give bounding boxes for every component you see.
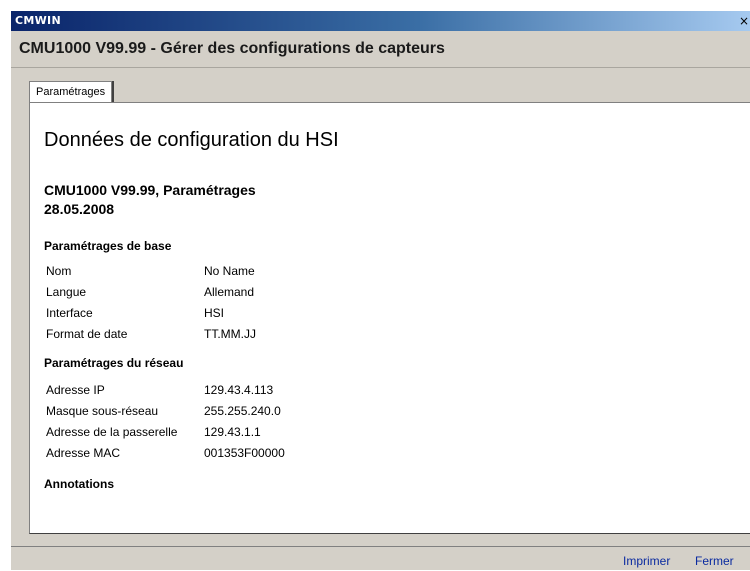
report-subtitle-block: CMU1000 V99.99, Paramétrages 28.05.2008 bbox=[44, 181, 256, 219]
row-value: HSI bbox=[204, 306, 225, 320]
close-button[interactable]: Fermer bbox=[695, 554, 734, 568]
report-title: Données de configuration du HSI bbox=[44, 129, 339, 151]
row-value: 129.43.4.113 bbox=[204, 383, 274, 397]
table-row: Adresse de la passerelle 129.43.1.1 bbox=[46, 425, 261, 439]
title-bar[interactable]: CMWIN × bbox=[11, 11, 750, 31]
row-value: 001353F00000 bbox=[204, 446, 285, 460]
report-panel: Données de configuration du HSI CMU1000 … bbox=[29, 102, 750, 534]
row-key: Adresse IP bbox=[46, 383, 105, 397]
row-value: 129.43.1.1 bbox=[204, 425, 261, 439]
row-value: TT.MM.JJ bbox=[204, 327, 256, 341]
row-value: No Name bbox=[204, 264, 255, 278]
cmwin-window: CMWIN × CMU1000 V99.99 - Gérer des confi… bbox=[10, 10, 750, 570]
dialog-heading: CMU1000 V99.99 - Gérer des configuration… bbox=[19, 40, 445, 57]
row-key: Masque sous-réseau bbox=[46, 404, 159, 418]
section-title-base: Paramétrages de base bbox=[44, 239, 172, 253]
tab-parametrages[interactable]: Paramétrages bbox=[29, 81, 113, 102]
table-row: Masque sous-réseau 255.255.240.0 bbox=[46, 404, 281, 418]
section-title-network: Paramétrages du réseau bbox=[44, 356, 184, 370]
tab-label: Paramétrages bbox=[36, 86, 106, 98]
footer-bar: Imprimer Fermer bbox=[11, 546, 750, 571]
row-key: Langue bbox=[46, 285, 87, 299]
print-button[interactable]: Imprimer bbox=[623, 554, 670, 568]
table-row: Adresse MAC 001353F00000 bbox=[46, 446, 285, 460]
window-title: CMWIN bbox=[15, 14, 61, 27]
report-subtitle: CMU1000 V99.99, Paramétrages bbox=[44, 182, 256, 198]
row-key: Adresse MAC bbox=[46, 446, 121, 460]
report-date: 28.05.2008 bbox=[44, 201, 115, 217]
close-icon[interactable]: × bbox=[737, 13, 750, 29]
table-row: Adresse IP 129.43.4.113 bbox=[46, 383, 273, 397]
row-key: Nom bbox=[46, 264, 72, 278]
row-value: Allemand bbox=[204, 285, 255, 299]
table-row: Interface HSI bbox=[46, 306, 224, 320]
table-row: Langue Allemand bbox=[46, 285, 254, 299]
row-key: Interface bbox=[46, 306, 93, 320]
table-row: Format de date TT.MM.JJ bbox=[46, 327, 256, 341]
row-key: Format de date bbox=[46, 327, 128, 341]
section-title-annotations: Annotations bbox=[44, 477, 114, 491]
table-row: Nom No Name bbox=[46, 264, 255, 278]
dialog-header: CMU1000 V99.99 - Gérer des configuration… bbox=[11, 31, 750, 68]
row-value: 255.255.240.0 bbox=[204, 404, 281, 418]
row-key: Adresse de la passerelle bbox=[46, 425, 178, 439]
